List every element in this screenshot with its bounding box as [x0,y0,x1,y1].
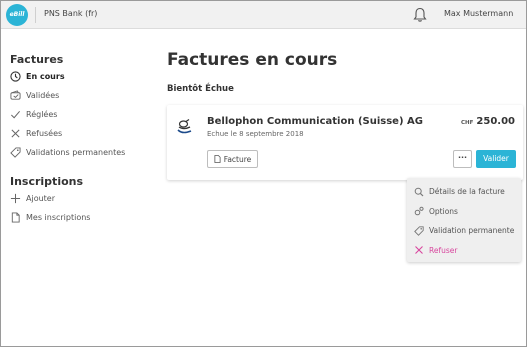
clock-icon [10,71,21,82]
sidebar-section-title-inscriptions: Inscriptions [10,175,84,188]
sidebar-item-label: Refusées [26,129,63,138]
sidebar-item-label: En cours [26,72,65,81]
x-icon [414,245,424,255]
view-invoice-button[interactable]: Facture [207,150,258,168]
app-window: eBill PNS Bank (fr) Max Mustermann Factu… [0,0,527,347]
header-divider [35,7,36,23]
sidebar-item-validations-permanentes[interactable]: Validations permanentes [10,143,150,162]
sidebar-item-validees[interactable]: Validées [10,86,150,105]
sidebar-section-title-factures: Factures [10,53,64,66]
view-invoice-label: Facture [223,154,252,164]
bill-amount: CHF 250.00 [461,116,515,127]
approve-button[interactable]: Valider [476,150,516,168]
bell-icon[interactable] [413,7,427,23]
menu-item-label: Refuser [429,245,458,255]
x-icon [10,128,21,139]
biller-name: Bellophon Communication (Suisse) AG [207,116,423,127]
bill-options-menu: Détails de la facture Options Validation… [407,178,521,262]
tag-icon [10,147,21,158]
sidebar-item-label: Réglées [26,110,58,119]
menu-item-options[interactable]: Options [407,202,521,222]
top-bar: eBill PNS Bank (fr) Max Mustermann [1,1,526,29]
sidebar-item-mes-inscriptions[interactable]: Mes inscriptions [10,208,150,227]
sidebar-item-label: Ajouter [26,194,56,203]
section-label-due-soon: Bientôt Échue [167,84,234,94]
menu-item-permanent-approval[interactable]: Validation permanente [407,221,521,241]
menu-item-bill-details[interactable]: Détails de la facture [407,182,521,202]
sidebar-item-ajouter[interactable]: Ajouter [10,189,150,208]
user-menu[interactable]: Max Mustermann [444,9,513,18]
check-icon [10,109,21,120]
bank-name: PNS Bank (fr) [44,9,98,18]
sidebar: Factures En cours Validées Réglées Refus… [10,53,150,227]
magnifier-icon [414,187,424,197]
sidebar-item-en-cours[interactable]: En cours [10,67,150,86]
sidebar-item-label: Validations permanentes [26,148,126,157]
more-options-button[interactable]: ··· [453,150,472,168]
page-title: Factures en cours [167,50,338,70]
menu-item-label: Détails de la facture [429,187,505,197]
biller-logo-icon [175,117,195,137]
menu-item-refuse[interactable]: Refuser [407,241,521,261]
plus-icon [10,193,21,204]
sidebar-item-refusees[interactable]: Refusées [10,124,150,143]
bill-card[interactable]: Bellophon Communication (Suisse) AG Echu… [167,105,523,180]
currency-label: CHF [461,120,474,126]
tag-icon [414,226,424,236]
wallet-icon [10,90,21,101]
due-date: Echue le 8 septembre 2018 [207,130,304,138]
document-icon [214,155,221,163]
menu-item-label: Options [429,206,458,216]
gears-icon [414,206,424,216]
sidebar-item-label: Validées [26,91,60,100]
sidebar-item-reglees[interactable]: Réglées [10,105,150,124]
sidebar-item-label: Mes inscriptions [26,213,91,222]
ebill-logo[interactable]: eBill [6,4,28,26]
document-icon [10,212,21,223]
menu-item-label: Validation permanente [429,226,515,236]
amount-value: 250.00 [476,116,515,127]
